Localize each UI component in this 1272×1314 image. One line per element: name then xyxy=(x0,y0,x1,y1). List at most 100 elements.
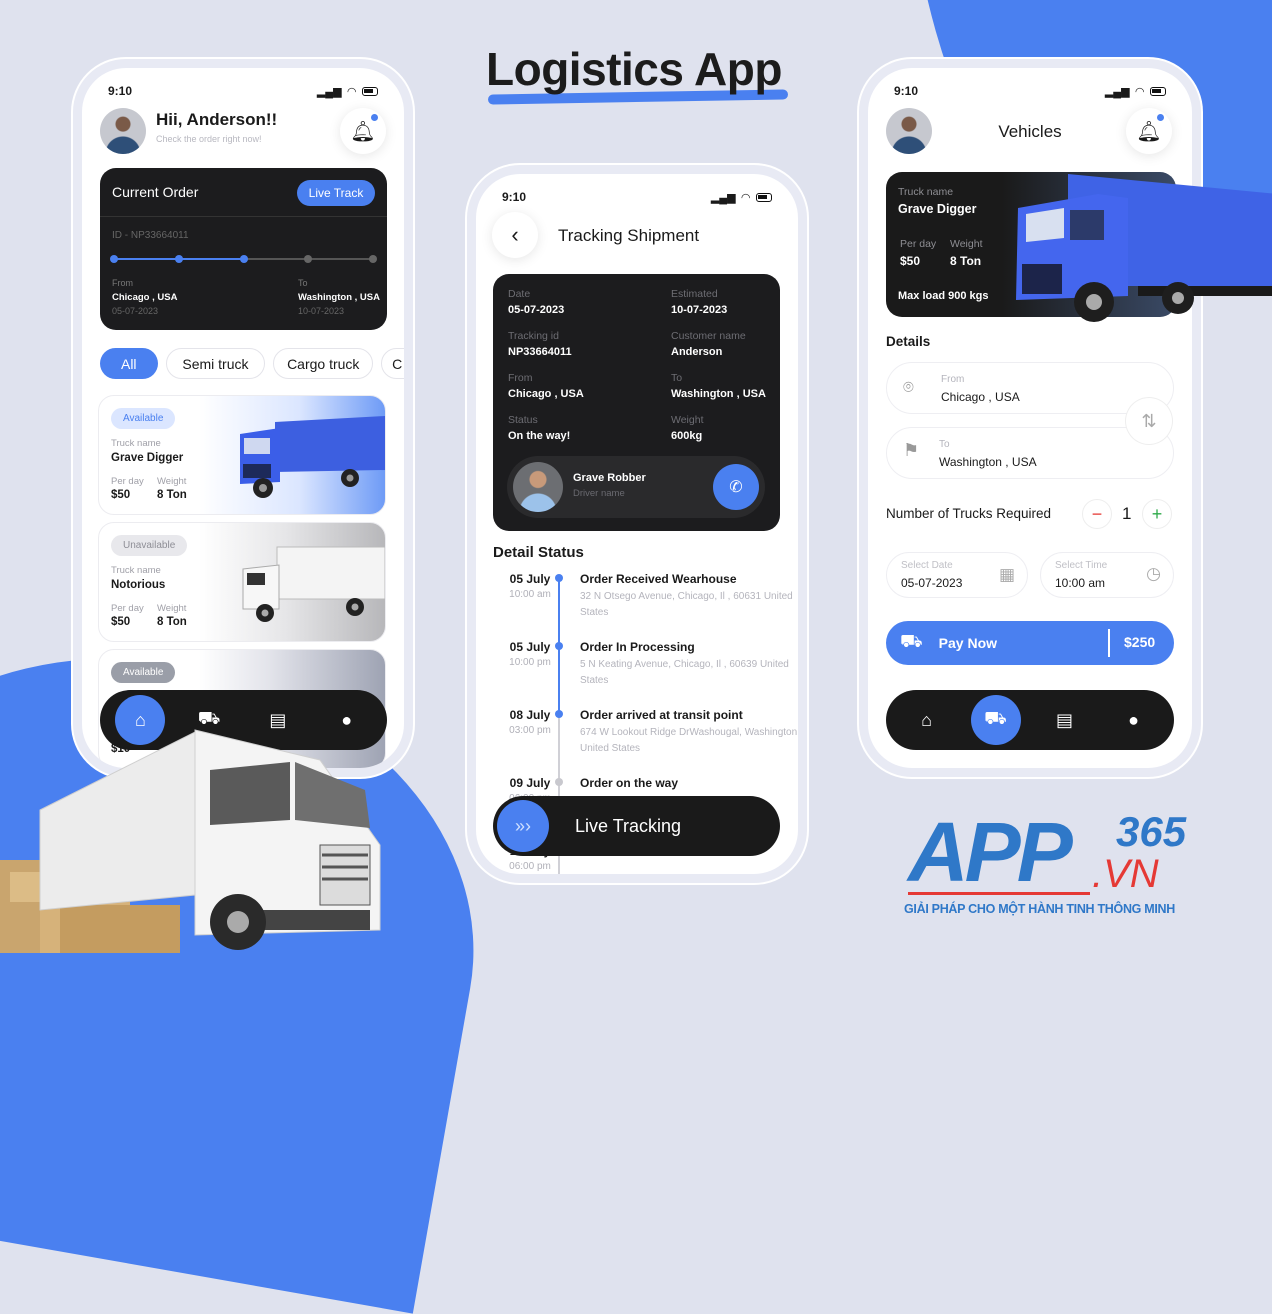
time-field[interactable]: Select Time 10:00 am ◷ xyxy=(1040,552,1174,598)
minus-icon: − xyxy=(1091,503,1103,524)
pay-now-label: Pay Now xyxy=(938,635,998,651)
logo-number: 365 xyxy=(1116,808,1187,855)
battery-icon xyxy=(756,192,772,202)
info-label: To xyxy=(671,372,683,384)
perday-value: $50 xyxy=(900,254,921,268)
truck-name-label: Truck name xyxy=(898,186,954,198)
driver-card: Grave Robber Driver name ✆ xyxy=(507,456,765,518)
nav-profile[interactable]: ● xyxy=(1109,695,1159,745)
swap-locations-button[interactable]: ⇅ xyxy=(1126,398,1172,444)
signal-icon: ▂▄▆ xyxy=(1104,85,1130,98)
logo-tagline: GIẢI PHÁP CHO MỘT HÀNH TINH THÔNG MINH xyxy=(904,902,1176,916)
logo-main: APP xyxy=(908,805,1073,899)
perday-label: Per day xyxy=(900,238,937,250)
notification-button[interactable]: 🔔︎ xyxy=(1126,108,1172,154)
info-label: From xyxy=(508,372,533,384)
to-label: To xyxy=(939,439,950,450)
greeting: Hii, Anderson!! xyxy=(156,110,278,129)
truck-card[interactable]: Unavailable Truck name Notorious Per day… xyxy=(98,522,386,642)
truck-card[interactable]: Available Truck name Grave Digger Per da… xyxy=(98,395,386,515)
truck-name-label: Truck name xyxy=(111,565,161,576)
status-time: 9:10 xyxy=(502,190,527,204)
filter-more[interactable]: C xyxy=(381,348,404,379)
live-tracking-button[interactable]: »› Live Tracking xyxy=(493,796,780,856)
info-label: Date xyxy=(508,288,531,300)
timeline-title: Order Received Wearhouse xyxy=(580,572,737,586)
filter-chips: All Semi truck Cargo truck C xyxy=(100,348,404,380)
date-field[interactable]: Select Date 05-07-2023 ▦ xyxy=(886,552,1028,598)
truck-name: Grave Digger xyxy=(898,202,977,216)
progress-step-dot xyxy=(174,255,183,263)
truck-name-label: Truck name xyxy=(111,438,161,449)
back-button[interactable]: ‹ xyxy=(492,212,538,258)
order-progress xyxy=(110,255,377,263)
perday-value: $50 xyxy=(111,616,131,628)
filter-cargo-truck[interactable]: Cargo truck xyxy=(273,348,374,379)
status-time: 9:10 xyxy=(894,84,919,98)
bell-icon: 🔔︎ xyxy=(350,120,376,143)
current-order-card[interactable]: Current Order Live Track ID - NP33664011… xyxy=(100,168,387,330)
live-tracking-icon-wrap: »› xyxy=(497,800,549,852)
filter-all[interactable]: All xyxy=(100,348,158,379)
timeline-date: 05 July xyxy=(509,572,551,586)
notification-dot xyxy=(371,114,378,121)
call-driver-button[interactable]: ✆ xyxy=(713,464,759,510)
timeline-time: 10:00 am xyxy=(509,589,551,600)
detail-status-title: Detail Status xyxy=(493,544,584,561)
timeline-date: 09 July xyxy=(509,776,551,790)
weight-label: Weight xyxy=(157,603,187,614)
live-track-button[interactable]: Live Track xyxy=(297,180,375,206)
nav-orders[interactable]: ▤ xyxy=(1040,695,1090,745)
availability-badge: Available xyxy=(111,408,176,429)
blue-truck-image xyxy=(240,416,385,498)
info-label: Tracking id xyxy=(508,330,559,342)
flag-icon: ⚑ xyxy=(903,440,920,460)
info-value: On the way! xyxy=(508,430,571,442)
nav-home[interactable]: ⌂ xyxy=(902,695,952,745)
details-title: Details xyxy=(886,334,931,349)
bottom-navigation: ⌂ ⛟ ▤ ● xyxy=(886,690,1174,750)
info-label: Status xyxy=(508,414,538,426)
timeline-date: 05 July xyxy=(509,640,551,654)
from-date: 05-07-2023 xyxy=(112,306,159,316)
nav-trucks[interactable]: ⛟ xyxy=(970,695,1021,745)
timeline-dot xyxy=(555,574,563,582)
availability-badge: Unavailable xyxy=(111,535,188,556)
chevrons-right-icon: »› xyxy=(514,815,531,836)
driver-avatar[interactable] xyxy=(513,462,563,512)
max-load: Max load 900 kgs xyxy=(898,290,989,302)
trucks-required-label: Number of Trucks Required xyxy=(886,506,1052,521)
timeline-address: 674 W Lookout Ridge DrWashougal, Washing… xyxy=(580,727,798,754)
to-city: Washington , USA xyxy=(298,292,380,303)
pay-now-button[interactable]: ⛟ Pay Now $250 xyxy=(886,621,1174,665)
truck-icon: ⛟ xyxy=(984,708,1007,728)
progress-step-dot xyxy=(239,255,248,263)
greeting-subtitle: Check the order right now! xyxy=(156,134,262,144)
progress-step-dot xyxy=(369,255,377,263)
decrement-button[interactable]: − xyxy=(1082,499,1112,529)
truck-name: Notorious xyxy=(111,579,166,591)
notification-button[interactable]: 🔔︎ xyxy=(340,108,386,154)
info-label: Customer name xyxy=(671,330,746,342)
weight-label: Weight xyxy=(157,476,187,487)
increment-button[interactable]: + xyxy=(1142,499,1172,529)
shipment-info-card: Date 05-07-2023 Estimated 10-07-2023 Trackin… xyxy=(493,274,780,531)
timeline-time: 10:00 pm xyxy=(509,657,551,668)
timeline-dot xyxy=(555,778,563,786)
delivery-truck-icon: ⛟ xyxy=(900,631,923,651)
info-value: Washington , USA xyxy=(671,388,766,400)
logo-tld: .VN xyxy=(1092,852,1159,896)
calendar-icon: ▦ xyxy=(998,565,1015,584)
chevron-left-icon: ‹ xyxy=(511,222,519,247)
logo-underline xyxy=(908,892,1090,895)
status-bar: 9:10 ▂▄▆ ◠ xyxy=(502,190,772,204)
avatar[interactable] xyxy=(100,108,146,154)
truck-name: Grave Digger xyxy=(111,452,184,464)
timeline-dot xyxy=(555,642,563,650)
weight-label: Weight xyxy=(950,238,983,250)
blue-truck-hero-image xyxy=(1016,174,1272,322)
date-value: 05-07-2023 xyxy=(901,576,963,590)
phone-tracking: 9:10 ▂▄▆ ◠ ‹ Tracking Shipment Date 05-07-… xyxy=(476,174,798,874)
info-value: 05-07-2023 xyxy=(508,304,565,316)
filter-semi-truck[interactable]: Semi truck xyxy=(165,348,266,379)
